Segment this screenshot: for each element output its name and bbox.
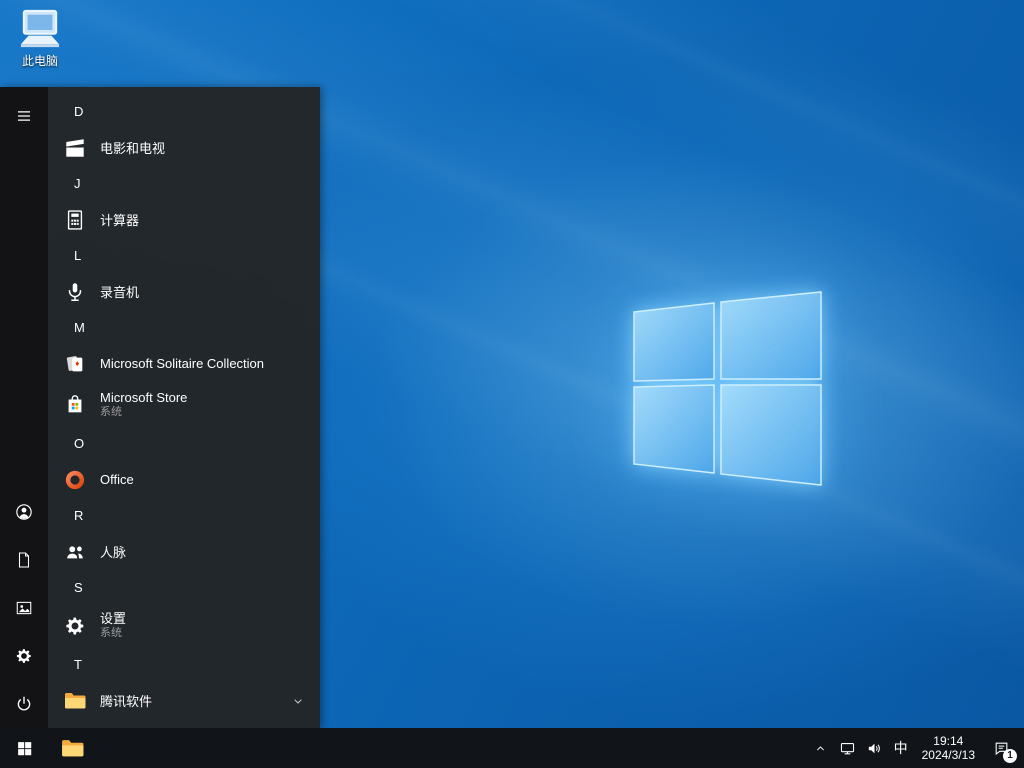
start-menu-expand-button[interactable] <box>0 92 48 140</box>
speaker-icon <box>866 740 883 757</box>
taskbar: 中 19:14 2024/3/13 1 <box>0 728 1024 768</box>
app-label: 设置 <box>100 611 127 626</box>
section-header-t[interactable]: T <box>48 648 320 681</box>
tray-clock[interactable]: 19:14 2024/3/13 <box>914 728 983 768</box>
tray-ime-indicator[interactable]: 中 <box>888 728 914 768</box>
windows-start-icon <box>16 740 33 757</box>
app-label: 人脉 <box>100 545 127 560</box>
settings-gear-icon <box>60 611 90 641</box>
app-office[interactable]: Office <box>48 460 320 499</box>
app-label: Office <box>100 472 134 487</box>
desktop-icon-label: 此电脑 <box>21 54 58 68</box>
section-header-r[interactable]: R <box>48 499 320 532</box>
app-voice-recorder[interactable]: 录音机 <box>48 272 320 311</box>
tray-hidden-icons-button[interactable] <box>808 728 834 768</box>
notification-badge: 1 <box>1003 749 1017 763</box>
system-tray: 中 19:14 2024/3/13 1 <box>808 728 1024 768</box>
tray-volume-button[interactable] <box>861 728 888 768</box>
app-folder-tencent[interactable]: 腾讯软件 <box>48 681 320 720</box>
section-header-s[interactable]: S <box>48 571 320 604</box>
app-solitaire[interactable]: Microsoft Solitaire Collection <box>48 344 320 383</box>
app-label: 录音机 <box>100 285 140 300</box>
tray-time: 19:14 <box>933 734 964 748</box>
app-microsoft-store[interactable]: Microsoft Store 系统 <box>48 383 320 427</box>
section-header-l[interactable]: L <box>48 239 320 272</box>
app-label-group: Microsoft Store 系统 <box>100 390 187 420</box>
app-label: 腾讯软件 <box>100 694 153 709</box>
hamburger-menu-icon <box>15 107 33 125</box>
pictures-icon <box>15 599 33 617</box>
calculator-icon <box>60 205 90 235</box>
voice-recorder-icon <box>60 277 90 307</box>
settings-gear-icon <box>15 647 33 665</box>
file-explorer-icon <box>60 736 85 761</box>
start-menu: D 电影和电视 J 计算器 L 录音机 M Microsoft Solitair… <box>0 87 320 728</box>
solitaire-icon <box>60 349 90 379</box>
chevron-down-icon[interactable] <box>290 693 306 709</box>
section-header-o[interactable]: O <box>48 427 320 460</box>
rail-bottom-group <box>0 488 48 728</box>
pictures-button[interactable] <box>0 584 48 632</box>
app-label: 电影和电视 <box>100 141 166 156</box>
user-account-button[interactable] <box>0 488 48 536</box>
settings-button[interactable] <box>0 632 48 680</box>
taskbar-file-explorer-button[interactable] <box>48 728 96 768</box>
tray-date: 2024/3/13 <box>921 748 975 762</box>
app-label: Microsoft Solitaire Collection <box>100 356 265 371</box>
power-button[interactable] <box>0 680 48 728</box>
start-menu-rail <box>0 87 48 728</box>
app-label-group: 设置 系统 <box>100 611 126 641</box>
power-icon <box>15 695 33 713</box>
user-avatar-icon <box>14 502 34 522</box>
documents-icon <box>15 551 33 569</box>
folder-icon <box>60 686 90 716</box>
wallpaper-windows-logo <box>633 291 822 486</box>
section-header-j[interactable]: J <box>48 167 320 200</box>
app-calculator[interactable]: 计算器 <box>48 200 320 239</box>
section-header-d[interactable]: D <box>48 95 320 128</box>
app-sublabel: 系统 <box>100 406 122 419</box>
app-settings[interactable]: 设置 系统 <box>48 604 320 648</box>
app-label: Microsoft Store <box>100 390 188 405</box>
tray-action-center-button[interactable]: 1 <box>983 728 1020 768</box>
movies-tv-icon <box>60 133 90 163</box>
start-menu-app-list: D 电影和电视 J 计算器 L 录音机 M Microsoft Solitair… <box>48 87 320 728</box>
office-icon <box>60 465 90 495</box>
section-header-m[interactable]: M <box>48 311 320 344</box>
chevron-up-icon <box>813 741 828 756</box>
app-movies-tv[interactable]: 电影和电视 <box>48 128 320 167</box>
tray-network-button[interactable] <box>834 728 861 768</box>
section-header-w[interactable]: W <box>48 720 320 728</box>
store-icon <box>60 390 90 420</box>
this-pc-icon <box>17 8 63 50</box>
app-people[interactable]: 人脉 <box>48 532 320 571</box>
network-icon <box>839 740 856 757</box>
documents-button[interactable] <box>0 536 48 584</box>
app-sublabel: 系统 <box>100 627 122 640</box>
app-label: 计算器 <box>100 213 140 228</box>
start-button[interactable] <box>0 728 48 768</box>
desktop-icon-this-pc[interactable]: 此电脑 <box>12 8 68 69</box>
people-icon <box>60 537 90 567</box>
